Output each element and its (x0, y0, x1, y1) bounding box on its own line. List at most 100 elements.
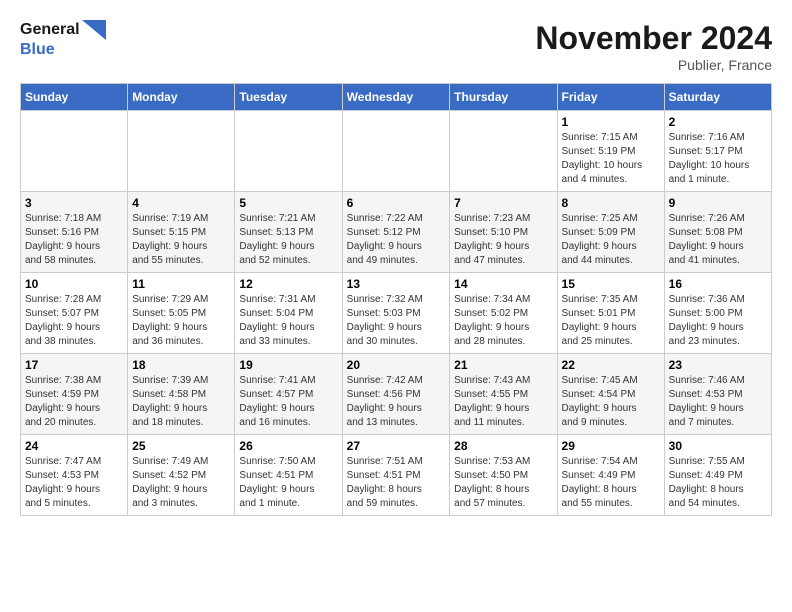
day-number: 25 (132, 439, 230, 453)
calendar-cell: 25 Sunrise: 7:49 AMSunset: 4:52 PMDayligh… (128, 435, 235, 516)
day-number: 12 (239, 277, 337, 291)
calendar-cell: 11Sunrise: 7:29 AMSunset: 5:05 PMDayligh… (128, 273, 235, 354)
day-number: 7 (454, 196, 552, 210)
day-number: 20 (347, 358, 446, 372)
day-info: Sunrise: 7:47 AMSunset: 4:53 PMDaylight:… (25, 455, 123, 511)
calendar-cell: 29 Sunrise: 7:54 AMSunset: 4:49 PMDayligh… (557, 435, 664, 516)
week-row-1: 1 Sunrise: 7:15 AMSunset: 5:19 PMDaylight… (21, 111, 772, 192)
weekday-header-thursday: Thursday (450, 84, 557, 111)
location: Publier, France (535, 57, 772, 73)
day-info: Sunrise: 7:21 AMSunset: 5:13 PMDaylight:… (239, 212, 337, 268)
calendar-cell: 4 Sunrise: 7:19 AMSunset: 5:15 PMDaylight… (128, 192, 235, 273)
day-number: 24 (25, 439, 123, 453)
day-info: Sunrise: 7:50 AMSunset: 4:51 PMDaylight:… (239, 455, 337, 511)
calendar-cell (21, 111, 128, 192)
day-number: 13 (347, 277, 446, 291)
day-info: Sunrise: 7:36 AMSunset: 5:00 PMDaylight:… (669, 293, 767, 349)
weekday-header-saturday: Saturday (664, 84, 771, 111)
logo-general: General (20, 20, 80, 39)
day-info: Sunrise: 7:34 AMSunset: 5:02 PMDaylight:… (454, 293, 552, 349)
day-info: Sunrise: 7:25 AMSunset: 5:09 PMDaylight:… (562, 212, 660, 268)
day-info: Sunrise: 7:49 AMSunset: 4:52 PMDaylight:… (132, 455, 230, 511)
day-number: 15 (562, 277, 660, 291)
weekday-header-tuesday: Tuesday (235, 84, 342, 111)
calendar-cell: 28 Sunrise: 7:53 AMSunset: 4:50 PMDayligh… (450, 435, 557, 516)
calendar-cell: 14 Sunrise: 7:34 AMSunset: 5:02 PMDayligh… (450, 273, 557, 354)
day-number: 16 (669, 277, 767, 291)
calendar-cell: 13 Sunrise: 7:32 AMSunset: 5:03 PMDayligh… (342, 273, 450, 354)
day-number: 5 (239, 196, 337, 210)
day-number: 18 (132, 358, 230, 372)
day-number: 10 (25, 277, 123, 291)
calendar-cell: 23 Sunrise: 7:46 AMSunset: 4:53 PMDayligh… (664, 354, 771, 435)
month-title: November 2024 (535, 20, 772, 57)
calendar-cell: 8 Sunrise: 7:25 AMSunset: 5:09 PMDaylight… (557, 192, 664, 273)
day-info: Sunrise: 7:15 AMSunset: 5:19 PMDaylight:… (562, 131, 660, 187)
day-number: 28 (454, 439, 552, 453)
day-number: 30 (669, 439, 767, 453)
day-info: Sunrise: 7:51 AMSunset: 4:51 PMDaylight:… (347, 455, 446, 511)
day-info: Sunrise: 7:53 AMSunset: 4:50 PMDaylight:… (454, 455, 552, 511)
day-number: 8 (562, 196, 660, 210)
calendar-cell: 3 Sunrise: 7:18 AMSunset: 5:16 PMDaylight… (21, 192, 128, 273)
calendar-cell: 16 Sunrise: 7:36 AMSunset: 5:00 PMDayligh… (664, 273, 771, 354)
day-number: 4 (132, 196, 230, 210)
day-info: Sunrise: 7:26 AMSunset: 5:08 PMDaylight:… (669, 212, 767, 268)
calendar-cell: 22 Sunrise: 7:45 AMSunset: 4:54 PMDayligh… (557, 354, 664, 435)
weekday-header-row: SundayMondayTuesdayWednesdayThursdayFrid… (21, 84, 772, 111)
header: General Blue November 2024 Publier, Fran… (20, 20, 772, 73)
calendar-cell (450, 111, 557, 192)
day-info: Sunrise: 7:31 AMSunset: 5:04 PMDaylight:… (239, 293, 337, 349)
day-number: 14 (454, 277, 552, 291)
calendar-cell: 2 Sunrise: 7:16 AMSunset: 5:17 PMDaylight… (664, 111, 771, 192)
logo: General Blue (20, 20, 106, 59)
day-info: Sunrise: 7:28 AMSunset: 5:07 PMDaylight:… (25, 293, 123, 349)
day-info: Sunrise: 7:46 AMSunset: 4:53 PMDaylight:… (669, 374, 767, 430)
calendar-cell: 20 Sunrise: 7:42 AMSunset: 4:56 PMDayligh… (342, 354, 450, 435)
calendar-cell: 7 Sunrise: 7:23 AMSunset: 5:10 PMDaylight… (450, 192, 557, 273)
calendar-cell (128, 111, 235, 192)
day-info: Sunrise: 7:23 AMSunset: 5:10 PMDaylight:… (454, 212, 552, 268)
title-section: November 2024 Publier, France (535, 20, 772, 73)
calendar-cell: 30 Sunrise: 7:55 AMSunset: 4:49 PMDayligh… (664, 435, 771, 516)
weekday-header-wednesday: Wednesday (342, 84, 450, 111)
weekday-header-monday: Monday (128, 84, 235, 111)
calendar-cell: 12 Sunrise: 7:31 AMSunset: 5:04 PMDayligh… (235, 273, 342, 354)
day-info: Sunrise: 7:35 AMSunset: 5:01 PMDaylight:… (562, 293, 660, 349)
day-number: 11 (132, 277, 230, 291)
day-info: Sunrise: 7:43 AMSunset: 4:55 PMDaylight:… (454, 374, 552, 430)
day-info: Sunrise: 7:19 AMSunset: 5:15 PMDaylight:… (132, 212, 230, 268)
day-number: 22 (562, 358, 660, 372)
day-info: Sunrise: 7:32 AMSunset: 5:03 PMDaylight:… (347, 293, 446, 349)
calendar-cell: 19Sunrise: 7:41 AMSunset: 4:57 PMDayligh… (235, 354, 342, 435)
day-number: 19 (239, 358, 337, 372)
weekday-header-sunday: Sunday (21, 84, 128, 111)
week-row-2: 3 Sunrise: 7:18 AMSunset: 5:16 PMDaylight… (21, 192, 772, 273)
day-info: Sunrise: 7:22 AMSunset: 5:12 PMDaylight:… (347, 212, 446, 268)
calendar-cell: 9Sunrise: 7:26 AMSunset: 5:08 PMDaylight… (664, 192, 771, 273)
day-info: Sunrise: 7:18 AMSunset: 5:16 PMDaylight:… (25, 212, 123, 268)
day-info: Sunrise: 7:39 AMSunset: 4:58 PMDaylight:… (132, 374, 230, 430)
calendar-cell: 18 Sunrise: 7:39 AMSunset: 4:58 PMDayligh… (128, 354, 235, 435)
week-row-5: 24 Sunrise: 7:47 AMSunset: 4:53 PMDayligh… (21, 435, 772, 516)
day-number: 29 (562, 439, 660, 453)
calendar-cell: 5 Sunrise: 7:21 AMSunset: 5:13 PMDaylight… (235, 192, 342, 273)
day-info: Sunrise: 7:55 AMSunset: 4:49 PMDaylight:… (669, 455, 767, 511)
day-number: 1 (562, 115, 660, 129)
day-number: 23 (669, 358, 767, 372)
day-info: Sunrise: 7:16 AMSunset: 5:17 PMDaylight:… (669, 131, 767, 187)
calendar-cell: 15 Sunrise: 7:35 AMSunset: 5:01 PMDayligh… (557, 273, 664, 354)
calendar-cell: 21Sunrise: 7:43 AMSunset: 4:55 PMDayligh… (450, 354, 557, 435)
day-info: Sunrise: 7:54 AMSunset: 4:49 PMDaylight:… (562, 455, 660, 511)
week-row-3: 10 Sunrise: 7:28 AMSunset: 5:07 PMDayligh… (21, 273, 772, 354)
day-number: 6 (347, 196, 446, 210)
day-info: Sunrise: 7:45 AMSunset: 4:54 PMDaylight:… (562, 374, 660, 430)
day-info: Sunrise: 7:42 AMSunset: 4:56 PMDaylight:… (347, 374, 446, 430)
day-number: 2 (669, 115, 767, 129)
day-number: 17 (25, 358, 123, 372)
calendar-cell: 27Sunrise: 7:51 AMSunset: 4:51 PMDayligh… (342, 435, 450, 516)
logo-arrow-icon (82, 20, 106, 40)
day-number: 3 (25, 196, 123, 210)
calendar-cell: 26Sunrise: 7:50 AMSunset: 4:51 PMDayligh… (235, 435, 342, 516)
calendar: SundayMondayTuesdayWednesdayThursdayFrid… (20, 83, 772, 516)
